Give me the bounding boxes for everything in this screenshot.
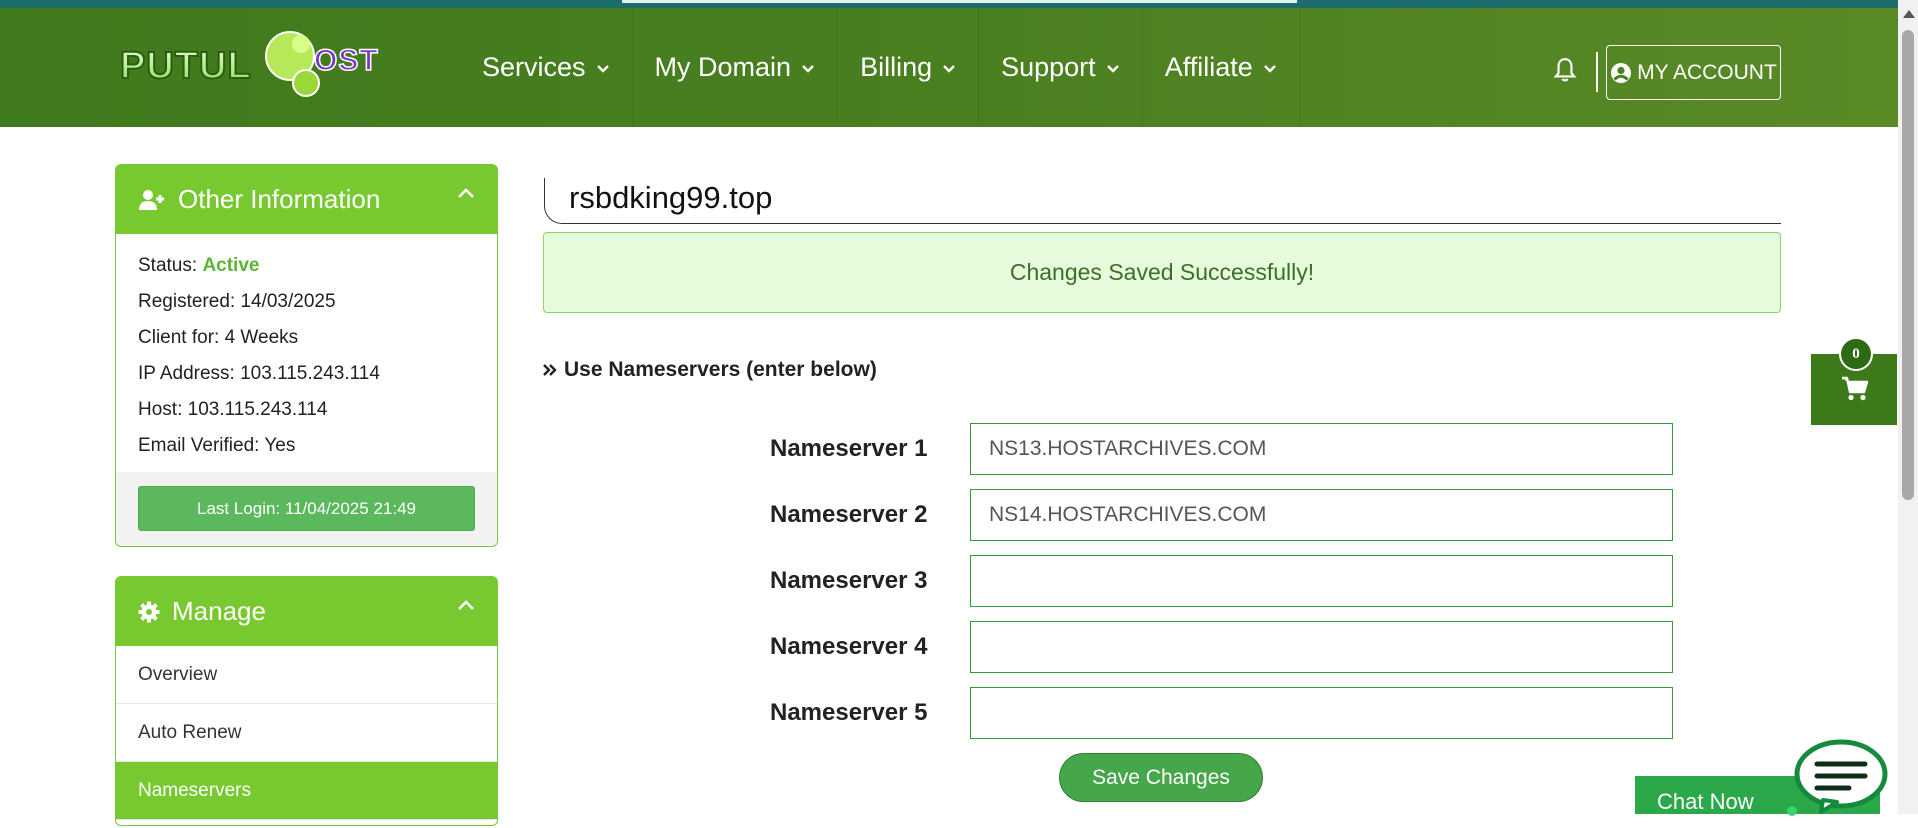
chevron-down-icon [1263, 64, 1276, 73]
nameserver-row-5: Nameserver 5 [770, 687, 1673, 739]
manage-item-overview[interactable]: Overview [116, 646, 497, 704]
other-information-panel: Other Information Status: Active Registe… [115, 164, 498, 547]
last-login-badge: Last Login: 11/04/2025 21:49 [138, 486, 475, 531]
success-alert: Changes Saved Successfully! [543, 232, 1781, 313]
info-body: Status: Active Registered: 14/03/2025 Cl… [116, 234, 497, 472]
cart-count-badge: 0 [1839, 337, 1873, 371]
scroll-up-arrow[interactable] [1903, 10, 1915, 18]
nav-affiliate[interactable]: Affiliate [1143, 8, 1300, 127]
browser-top-strip [0, 0, 1898, 8]
nameserver-2-input[interactable] [970, 489, 1673, 541]
last-login-wrap: Last Login: 11/04/2025 21:49 [116, 472, 497, 545]
shopping-cart-icon [1842, 376, 1869, 401]
chevron-down-icon [596, 64, 609, 73]
nameserver-4-label: Nameserver 4 [770, 633, 928, 660]
manage-panel: Manage Overview Auto Renew Nameservers [115, 576, 498, 826]
client-for-line: Client for: 4 Weeks [138, 327, 299, 348]
chevron-up-icon[interactable] [457, 187, 475, 199]
manage-item-nameservers[interactable]: Nameservers [116, 762, 497, 820]
putulhost-logo[interactable]: PUTUL OST [118, 28, 428, 108]
nav-services[interactable]: Services [460, 8, 633, 127]
nameserver-1-input[interactable] [970, 423, 1673, 475]
nameserver-row-1: Nameserver 1 [770, 423, 1673, 475]
status-line: Status: Active [138, 248, 475, 284]
use-nameservers-label: Use Nameservers (enter below) [564, 358, 877, 381]
nav-billing-label: Billing [860, 52, 933, 82]
nav-support-label: Support [1001, 52, 1096, 82]
my-account-button[interactable]: MY ACCOUNT [1606, 45, 1781, 100]
main-nav: Services My Domain Billing Support Affil… [460, 8, 1300, 127]
nav-affiliate-label: Affiliate [1164, 52, 1253, 82]
nameserver-row-2: Nameserver 2 [770, 489, 1673, 541]
chevron-down-icon [802, 64, 814, 73]
manage-title: Manage [172, 596, 266, 626]
use-nameservers-option[interactable]: Use Nameservers (enter below) [542, 358, 877, 382]
my-account-label: MY ACCOUNT [1637, 60, 1777, 84]
scrollbar-thumb[interactable] [1902, 30, 1914, 500]
nameserver-5-input[interactable] [970, 687, 1673, 739]
nav-my-domain[interactable]: My Domain [633, 8, 839, 127]
nameserver-2-label: Nameserver 2 [770, 501, 928, 528]
chevron-down-icon [943, 64, 955, 73]
nameserver-1-label: Nameserver 1 [770, 435, 928, 462]
nameserver-3-label: Nameserver 3 [770, 567, 928, 594]
user-circle-icon [1611, 62, 1632, 83]
double-chevron-right-icon [543, 364, 557, 376]
user-plus-icon [139, 189, 164, 210]
ip-address-line: IP Address: 103.115.243.114 [138, 363, 380, 384]
svg-text:PUTUL: PUTUL [120, 45, 252, 87]
chat-now-label: Chat Now [1657, 789, 1754, 814]
page-title: rsbdking99.top [544, 178, 1781, 224]
nameserver-5-label: Nameserver 5 [770, 699, 928, 726]
registered-line: Registered: 14/03/2025 [138, 291, 336, 312]
host-line: Host: 103.115.243.114 [138, 399, 328, 420]
email-verified-line: Email Verified: Yes [138, 435, 296, 456]
header-divider [1596, 52, 1598, 92]
chevron-up-icon[interactable] [457, 599, 475, 611]
page-scrollbar[interactable] [1898, 0, 1918, 814]
status-value: Active [202, 255, 260, 276]
manage-header[interactable]: Manage [116, 577, 497, 646]
gear-icon [138, 601, 160, 622]
status-label: Status: [138, 255, 198, 276]
nav-my-domain-label: My Domain [654, 52, 792, 82]
manage-item-auto-renew[interactable]: Auto Renew [116, 704, 497, 762]
chevron-down-icon [1106, 64, 1119, 73]
save-changes-button[interactable]: Save Changes [1059, 753, 1263, 802]
nav-services-label: Services [482, 52, 586, 82]
bell-icon[interactable] [1552, 56, 1578, 84]
nameserver-4-input[interactable] [970, 621, 1673, 673]
svg-text:OST: OST [314, 44, 379, 77]
nav-support[interactable]: Support [979, 8, 1143, 127]
site-header: PUTUL OST Services My Domain Billing Sup… [0, 8, 1898, 127]
other-information-header[interactable]: Other Information [116, 165, 497, 234]
nameserver-row-3: Nameserver 3 [770, 555, 1673, 607]
nav-billing[interactable]: Billing [838, 8, 980, 127]
nameserver-3-input[interactable] [970, 555, 1673, 607]
other-information-title: Other Information [178, 184, 381, 214]
loading-bar [622, 0, 1297, 3]
chat-bubble-icon[interactable] [1793, 738, 1889, 814]
nameserver-row-4: Nameserver 4 [770, 621, 1673, 673]
